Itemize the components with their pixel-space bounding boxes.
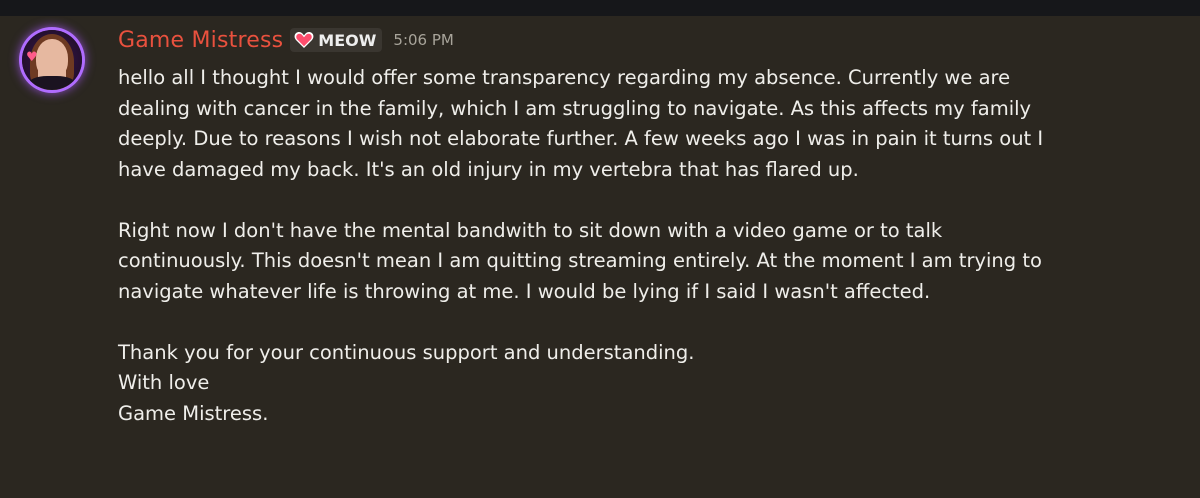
message-timestamp[interactable]: 5:06 PM <box>393 31 453 49</box>
top-bar <box>0 0 1200 16</box>
message-paragraph: Thank you for your continuous support an… <box>118 338 1193 430</box>
message-line: dealing with cancer in the family, which… <box>118 96 1032 120</box>
message-content: hello all I thought I would offer some t… <box>118 63 1193 429</box>
chat-window: ♥ Game Mistress MEOW 5:06 PM hello all I… <box>0 0 1200 498</box>
avatar[interactable]: ♥ <box>22 30 82 90</box>
message-line: hello all I thought I would offer some t… <box>118 66 1011 89</box>
message-line: have damaged my back. It's an old injury… <box>118 157 859 181</box>
author-name[interactable]: Game Mistress <box>118 28 283 53</box>
message-line: Thank you for your continuous support an… <box>118 340 695 364</box>
message-paragraph: Right now I don't have the mental bandwi… <box>118 216 1193 308</box>
role-tag[interactable]: MEOW <box>290 28 383 52</box>
message-line: Right now I don't have the mental bandwi… <box>118 218 943 242</box>
heart-decoration-icon: ♥ <box>26 50 38 65</box>
heart-icon <box>294 32 314 48</box>
chat-message: ♥ Game Mistress MEOW 5:06 PM hello all I… <box>0 16 1200 498</box>
message-line: Game Mistress. <box>118 401 269 425</box>
message-line: deeply. Due to reasons I wish not elabor… <box>118 127 1044 150</box>
role-tag-label: MEOW <box>318 30 377 50</box>
message-line: With love <box>118 371 210 394</box>
message-line: navigate whatever life is throwing at me… <box>118 279 931 303</box>
message-line: continuously. This doesn't mean I am qui… <box>118 249 1042 272</box>
message-paragraph: hello all I thought I would offer some t… <box>118 63 1193 185</box>
avatar-face <box>36 39 68 79</box>
message-header: Game Mistress MEOW 5:06 PM <box>118 25 454 55</box>
